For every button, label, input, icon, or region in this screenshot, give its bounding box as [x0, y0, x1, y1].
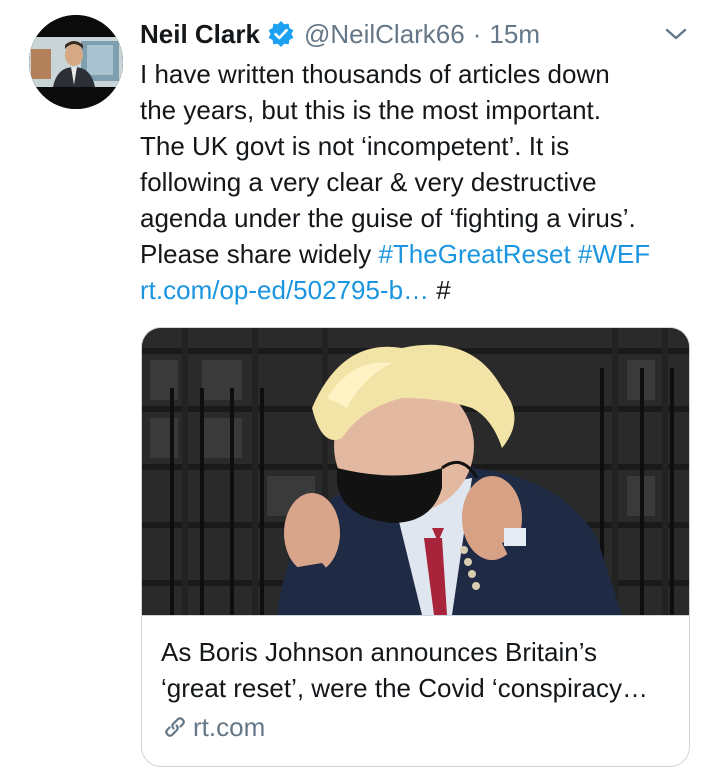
- tweet-text-line: The UK govt is not ‘incompetent’. It is: [140, 131, 570, 161]
- author-name[interactable]: Neil Clark: [140, 19, 260, 50]
- card-title-line: As Boris Johnson announces Britain’s: [161, 637, 597, 667]
- card-title[interactable]: As Boris Johnson announces Britain’s ‘gr…: [161, 634, 673, 706]
- avatar[interactable]: [29, 15, 123, 109]
- card-domain[interactable]: rt.com: [161, 709, 265, 745]
- tweet-text-line: rt.com/op-ed/502795-b… #: [140, 272, 700, 308]
- card-divider: [142, 615, 689, 616]
- tweet-text: I have written thousands of articles dow…: [140, 56, 700, 308]
- card-title-line: ‘great reset’, were the Covid ‘conspirac…: [161, 673, 648, 703]
- tweet-text-line: following a very clear & very destructiv…: [140, 167, 597, 197]
- hashtag-link-thegreatreset[interactable]: #TheGreatReset: [378, 239, 570, 269]
- tweet-text-line: Please share widely #TheGreatReset #WEF: [140, 236, 700, 272]
- tweet-text-line: I have written thousands of articles dow…: [140, 59, 610, 89]
- author-handle[interactable]: @NeilClark66: [304, 19, 465, 50]
- tweet-timestamp[interactable]: 15m: [489, 19, 540, 50]
- link-icon: [165, 717, 185, 737]
- card-domain-text: rt.com: [193, 711, 266, 742]
- share-text: Please share widely: [140, 239, 379, 269]
- tweet-text-line: the years, but this is the most importan…: [140, 95, 601, 125]
- link-preview-card[interactable]: As Boris Johnson announces Britain’s ‘gr…: [141, 327, 690, 767]
- chevron-down-icon[interactable]: [662, 20, 690, 48]
- tweet-header: Neil Clark @NeilClark66 · 15m: [140, 14, 540, 54]
- separator-dot: ·: [472, 18, 482, 49]
- tweet-text-line: agenda under the guise of ‘fighting a vi…: [140, 203, 636, 233]
- article-url-link[interactable]: rt.com/op-ed/502795-b…: [140, 275, 429, 305]
- hashtag-link-wef[interactable]: #WEF: [578, 239, 650, 269]
- card-image[interactable]: [142, 328, 689, 615]
- trailing-hash-text: #: [429, 275, 451, 305]
- tweet[interactable]: Neil Clark @NeilClark66 · 15m I have wri…: [0, 0, 720, 776]
- verified-badge-icon: [267, 20, 295, 48]
